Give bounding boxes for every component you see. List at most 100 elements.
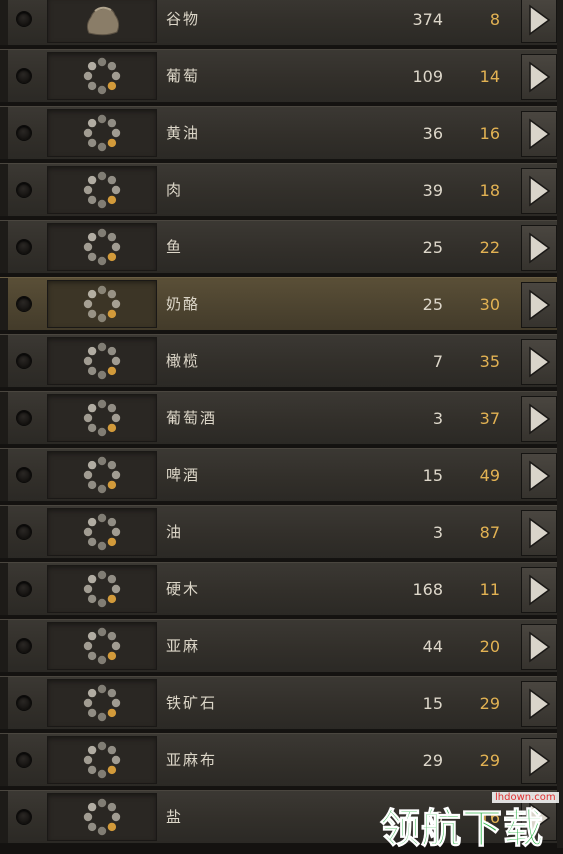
loading-spinner-icon	[47, 508, 157, 556]
row-select-radio[interactable]	[17, 69, 31, 83]
loading-spinner-icon	[47, 223, 157, 271]
row-edge	[0, 278, 8, 330]
loading-spinner-icon	[47, 166, 157, 214]
row-edge	[0, 506, 8, 558]
row-edge	[0, 449, 8, 501]
item-price: 11	[479, 580, 500, 599]
sell-arrow-button[interactable]	[522, 568, 556, 612]
row-select-radio[interactable]	[17, 468, 31, 482]
row-select-radio[interactable]	[17, 696, 31, 710]
row-select-radio[interactable]	[17, 297, 31, 311]
sell-arrow-button[interactable]	[522, 625, 556, 669]
row-select-radio[interactable]	[17, 12, 31, 26]
row-edge	[0, 0, 8, 45]
item-price: 16	[479, 808, 500, 827]
item-quantity: 374	[412, 10, 443, 29]
sell-arrow-button[interactable]	[522, 0, 556, 42]
item-price: 29	[479, 694, 500, 713]
item-name: 啤酒	[166, 466, 201, 484]
row-edge	[0, 221, 8, 273]
row-select-radio[interactable]	[17, 126, 31, 140]
trade-row[interactable]: 亚麻布 29 29	[0, 733, 563, 787]
item-quantity: 6	[432, 808, 443, 827]
item-quantity: 25	[422, 295, 443, 314]
row-select-radio[interactable]	[17, 183, 31, 197]
sell-arrow-button[interactable]	[522, 796, 556, 840]
trade-row[interactable]: 肉 39 18	[0, 163, 563, 217]
row-edge	[0, 107, 8, 159]
item-quantity: 25	[422, 238, 443, 257]
loading-spinner-icon	[47, 565, 157, 613]
loading-spinner-icon	[47, 736, 157, 784]
item-name: 葡萄酒	[166, 409, 218, 427]
trade-row[interactable]: 亚麻 44 20	[0, 619, 563, 673]
trade-row[interactable]: 铁矿石 15 29	[0, 676, 563, 730]
item-price: 16	[479, 124, 500, 143]
item-price: 18	[479, 181, 500, 200]
sell-arrow-button[interactable]	[522, 169, 556, 213]
item-quantity: 39	[422, 181, 443, 200]
sell-arrow-button[interactable]	[522, 454, 556, 498]
arrow-right-icon	[529, 289, 551, 321]
trade-row[interactable]: 橄榄 7 35	[0, 334, 563, 388]
row-edge	[0, 734, 8, 786]
item-quantity: 3	[432, 523, 443, 542]
trade-row[interactable]: 啤酒 15 49	[0, 448, 563, 502]
arrow-right-icon	[529, 61, 551, 93]
item-quantity: 29	[422, 751, 443, 770]
arrow-right-icon	[529, 688, 551, 720]
row-edge	[0, 620, 8, 672]
arrow-right-icon	[529, 232, 551, 264]
row-select-radio[interactable]	[17, 753, 31, 767]
sell-arrow-button[interactable]	[522, 511, 556, 555]
row-select-radio[interactable]	[17, 354, 31, 368]
trade-row[interactable]: 葡萄酒 3 37	[0, 391, 563, 445]
item-price: 22	[479, 238, 500, 257]
trade-row[interactable]: 奶酪 25 30	[0, 277, 563, 331]
arrow-right-icon	[529, 118, 551, 150]
row-select-radio[interactable]	[17, 582, 31, 596]
sell-arrow-button[interactable]	[522, 55, 556, 99]
sell-arrow-button[interactable]	[522, 739, 556, 783]
item-price: 49	[479, 466, 500, 485]
trade-row[interactable]: 谷物 374 8	[0, 0, 563, 46]
item-price: 29	[479, 751, 500, 770]
item-price: 14	[479, 67, 500, 86]
item-name: 橄榄	[166, 352, 201, 370]
item-quantity: 168	[412, 580, 443, 599]
row-select-radio[interactable]	[17, 525, 31, 539]
item-name: 硬木	[166, 580, 201, 598]
sell-arrow-button[interactable]	[522, 226, 556, 270]
row-select-radio[interactable]	[17, 810, 31, 824]
loading-spinner-icon	[47, 337, 157, 385]
row-edge	[0, 563, 8, 615]
trade-row[interactable]: 黄油 36 16	[0, 106, 563, 160]
arrow-right-icon	[529, 4, 551, 36]
trade-row[interactable]: 鱼 25 22	[0, 220, 563, 274]
row-edge	[0, 791, 8, 843]
loading-spinner-icon	[47, 793, 157, 841]
item-quantity: 7	[432, 352, 443, 371]
row-select-radio[interactable]	[17, 240, 31, 254]
trade-row[interactable]: 硬木 168 11	[0, 562, 563, 616]
sell-arrow-button[interactable]	[522, 283, 556, 327]
trade-row[interactable]: 盐 6 16	[0, 790, 563, 844]
item-name: 葡萄	[166, 67, 201, 85]
sell-arrow-button[interactable]	[522, 682, 556, 726]
item-quantity: 44	[422, 637, 443, 656]
item-name: 亚麻布	[166, 751, 218, 769]
row-select-radio[interactable]	[17, 639, 31, 653]
sell-arrow-button[interactable]	[522, 112, 556, 156]
row-edge	[0, 164, 8, 216]
arrow-right-icon	[529, 745, 551, 777]
item-quantity: 15	[422, 694, 443, 713]
row-select-radio[interactable]	[17, 411, 31, 425]
item-price: 30	[479, 295, 500, 314]
sell-arrow-button[interactable]	[522, 340, 556, 384]
item-name: 肉	[166, 181, 184, 199]
trade-row[interactable]: 油 3 87	[0, 505, 563, 559]
arrow-right-icon	[529, 403, 551, 435]
scrollbar[interactable]	[557, 0, 563, 848]
sell-arrow-button[interactable]	[522, 397, 556, 441]
trade-row[interactable]: 葡萄 109 14	[0, 49, 563, 103]
